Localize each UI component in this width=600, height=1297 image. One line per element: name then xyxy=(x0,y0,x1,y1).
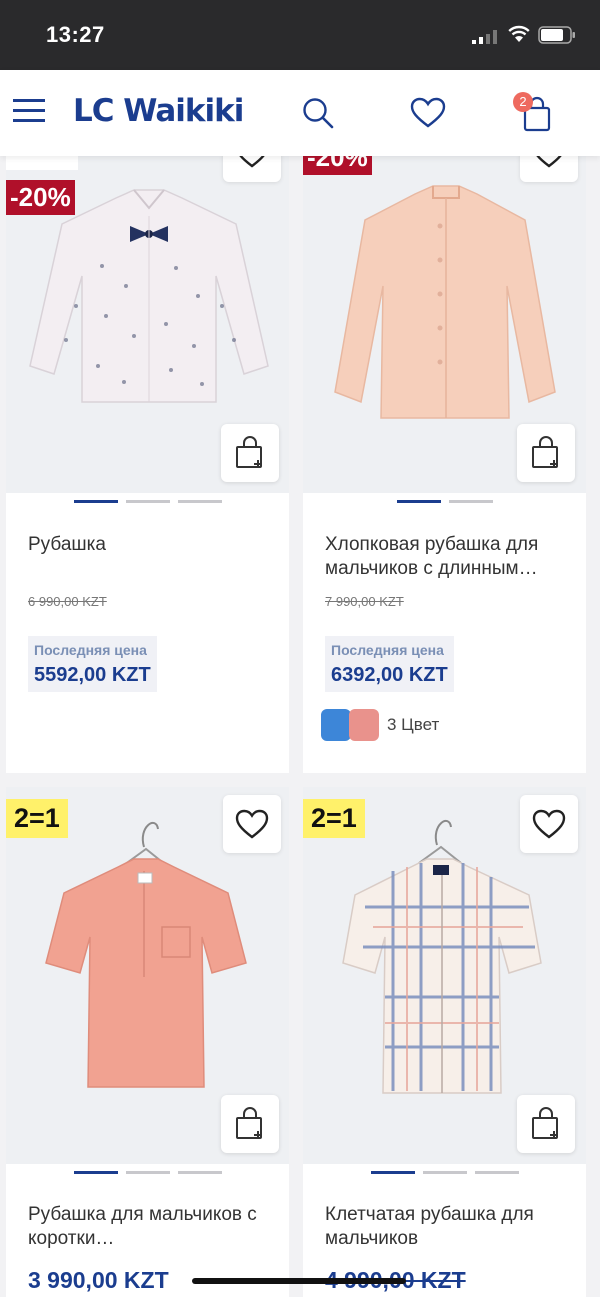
favorite-button[interactable] xyxy=(520,156,578,182)
pagination-dot[interactable] xyxy=(126,500,170,503)
battery-icon xyxy=(538,26,575,44)
product-image[interactable]: 2=1 xyxy=(6,787,289,1164)
product-card[interactable]: 2=1 Рубашка для мальчиков с коротки… 3 9… xyxy=(6,787,289,1297)
add-to-cart-button[interactable] xyxy=(517,424,575,482)
promo-badge: 2=1 xyxy=(6,799,68,838)
heart-icon xyxy=(235,809,269,839)
app-header: LC Waikiki 2 xyxy=(0,70,600,156)
current-price: 3 990,00 KZT xyxy=(28,1267,169,1293)
color-count-label: 3 Цвет xyxy=(387,715,440,734)
pagination-dot[interactable] xyxy=(74,500,118,503)
product-title[interactable]: Рубашка для мальчиков с коротки… xyxy=(28,1203,273,1251)
bag-plus-icon xyxy=(236,436,262,468)
pagination-dot[interactable] xyxy=(371,1171,415,1174)
heart-icon xyxy=(532,809,566,839)
image-pagination xyxy=(74,1171,224,1175)
image-pagination xyxy=(371,1171,521,1175)
promo-badge: 2=1 xyxy=(303,799,365,838)
pagination-dot[interactable] xyxy=(449,500,493,503)
product-card[interactable]: -20% Хлопковая рубашка для мальчиков с д… xyxy=(303,156,586,773)
product-image[interactable]: -20% xyxy=(303,156,586,493)
heart-icon xyxy=(239,156,265,168)
pagination-dot[interactable] xyxy=(397,500,441,503)
bag-plus-icon xyxy=(532,436,558,468)
price-label: Последняя цена xyxy=(34,642,147,658)
pagination-dot[interactable] xyxy=(126,1171,170,1174)
overlap-strip xyxy=(6,156,78,170)
status-time: 13:27 xyxy=(46,22,105,47)
product-image[interactable]: -20% xyxy=(6,156,289,493)
bag-plus-icon xyxy=(236,1107,262,1139)
pagination-dot[interactable] xyxy=(74,1171,118,1174)
product-card[interactable]: 2=1 Клетчатая рубашка для мальчиков 4 99… xyxy=(303,787,586,1297)
add-to-cart-button[interactable] xyxy=(221,424,279,482)
hamburger-menu-icon[interactable] xyxy=(13,97,45,125)
old-price: 7 990,00 KZT xyxy=(325,594,404,609)
color-swatch-blue[interactable] xyxy=(321,709,351,741)
product-title[interactable]: Хлопковая рубашка для мальчиков с длинны… xyxy=(325,533,570,581)
favorite-button[interactable] xyxy=(223,156,281,182)
pagination-dot[interactable] xyxy=(475,1171,519,1174)
product-card[interactable]: -20% Рубашка 6 990,00 KZT Последняя цена… xyxy=(6,156,289,773)
favorite-button[interactable] xyxy=(520,795,578,853)
status-bar: 13:27 xyxy=(0,0,600,70)
price-label: Последняя цена xyxy=(331,642,444,658)
heart-icon xyxy=(536,156,562,168)
wishlist-heart-icon[interactable] xyxy=(410,97,446,129)
color-options[interactable]: 3 Цвет xyxy=(321,709,521,741)
brand-logo[interactable]: LC Waikiki xyxy=(73,93,244,129)
search-icon[interactable] xyxy=(302,97,334,129)
image-pagination xyxy=(397,500,497,504)
bag-plus-icon xyxy=(532,1107,558,1139)
discount-badge: -20% xyxy=(303,156,372,175)
price-box: Последняя цена 5592,00 KZT xyxy=(28,636,157,692)
product-title[interactable]: Клетчатая рубашка для мальчиков xyxy=(325,1203,570,1251)
current-price: 5592,00 KZT xyxy=(34,664,151,686)
discount-badge: -20% xyxy=(6,180,75,215)
pagination-dot[interactable] xyxy=(178,1171,222,1174)
wifi-icon xyxy=(508,25,530,42)
favorite-button[interactable] xyxy=(223,795,281,853)
add-to-cart-button[interactable] xyxy=(517,1095,575,1153)
pagination-dot[interactable] xyxy=(423,1171,467,1174)
current-price: 6392,00 KZT xyxy=(331,664,448,686)
pagination-dot[interactable] xyxy=(178,500,222,503)
add-to-cart-button[interactable] xyxy=(221,1095,279,1153)
home-indicator[interactable] xyxy=(192,1278,406,1284)
product-image[interactable]: 2=1 xyxy=(303,787,586,1164)
cart-count-badge: 2 xyxy=(513,92,533,112)
price-box: Последняя цена 6392,00 KZT xyxy=(325,636,454,692)
old-price: 6 990,00 KZT xyxy=(28,594,107,609)
product-title[interactable]: Рубашка xyxy=(28,533,273,557)
cellular-signal-icon xyxy=(472,30,497,44)
image-pagination xyxy=(74,500,224,504)
color-swatch-pink[interactable] xyxy=(349,709,379,741)
